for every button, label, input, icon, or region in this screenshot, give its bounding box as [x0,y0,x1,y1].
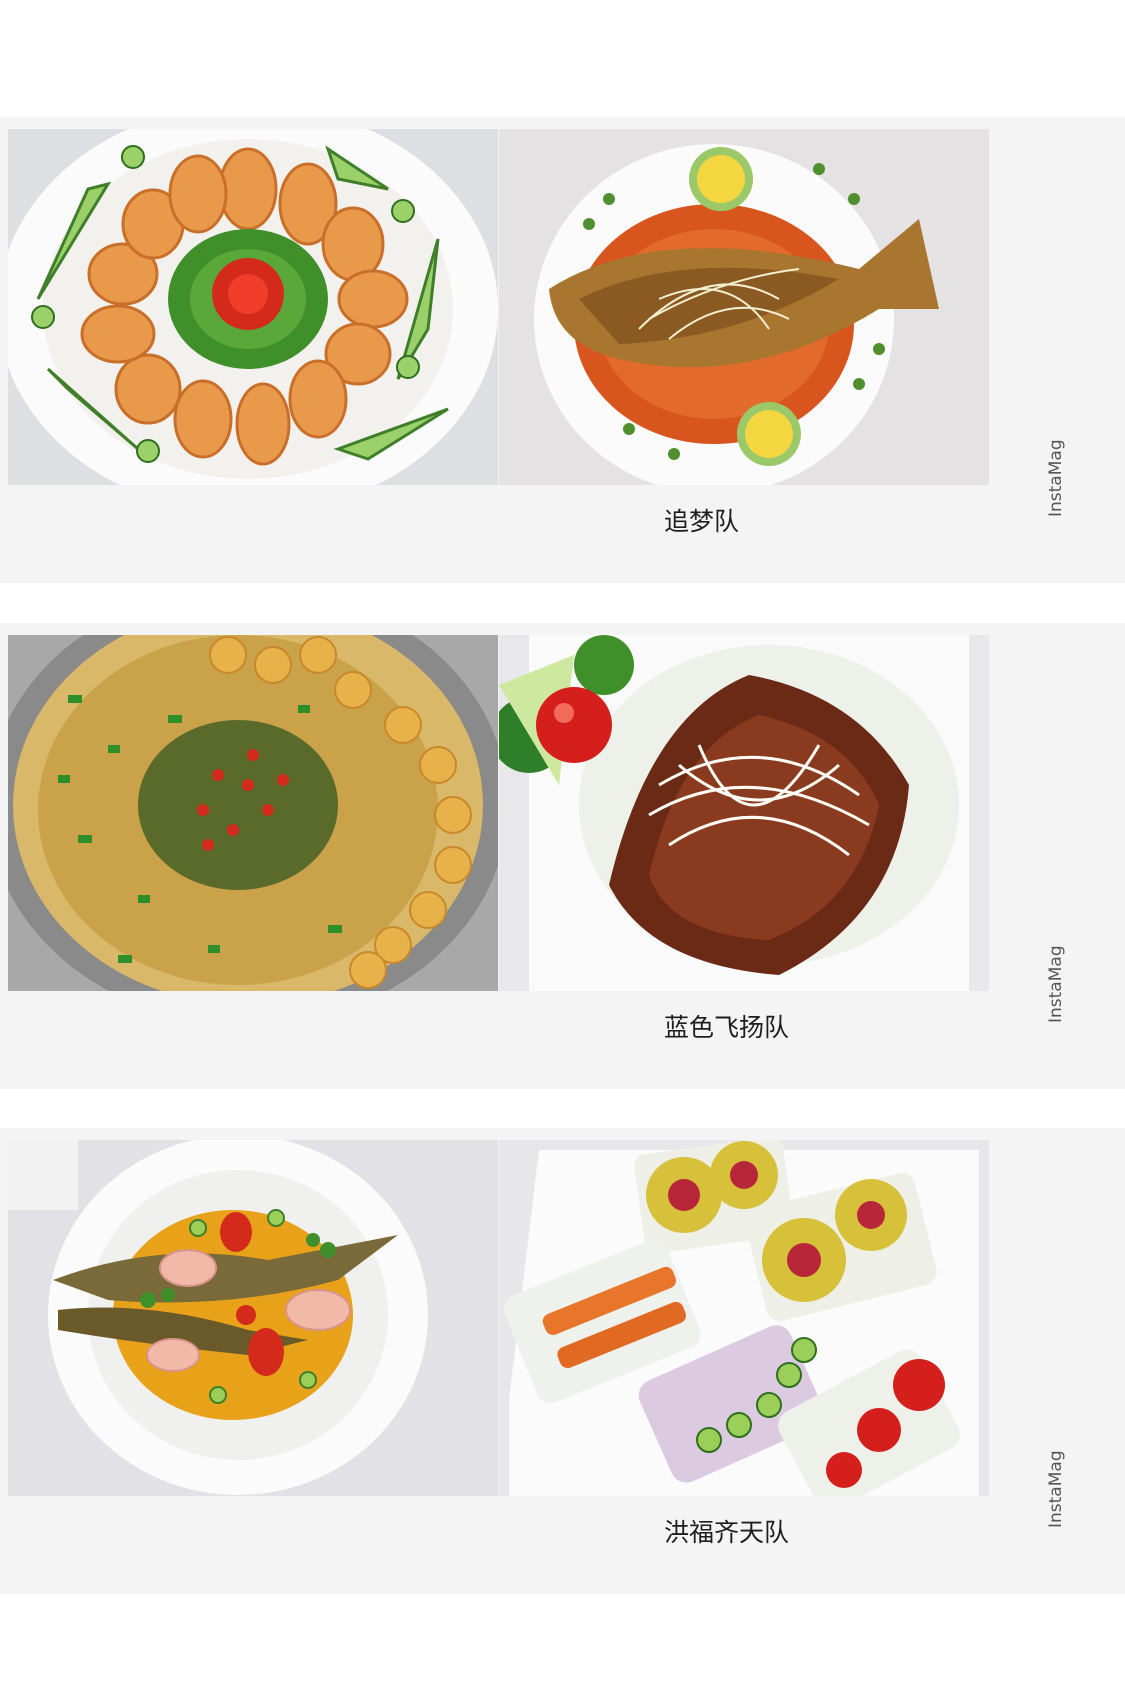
instamag-watermark-2: InstaMag [1046,945,1066,1023]
photo-rice-paper-rolls [499,1140,989,1496]
photo-shrimp-platter [8,129,498,485]
instamag-watermark-3: InstaMag [1046,1450,1066,1528]
photo-sweet-sour-pork [499,635,989,991]
instamag-watermark-1: InstaMag [1046,439,1066,517]
collage-row-2: 蓝色飞扬队 InstaMag [0,623,1125,1089]
team-caption-3: 洪福齐天队 [664,1518,790,1547]
collage-row-1: 追梦队 InstaMag [0,117,1125,583]
photo-braised-fish [499,129,989,485]
photo-chili-pork-pot [8,635,498,991]
collage-row-3: 洪福齐天队 InstaMag [0,1128,1125,1594]
team-caption-1: 追梦队 [664,507,740,536]
photo-fish-golden-broth [8,1140,498,1496]
team-caption-2: 蓝色飞扬队 [664,1013,790,1042]
